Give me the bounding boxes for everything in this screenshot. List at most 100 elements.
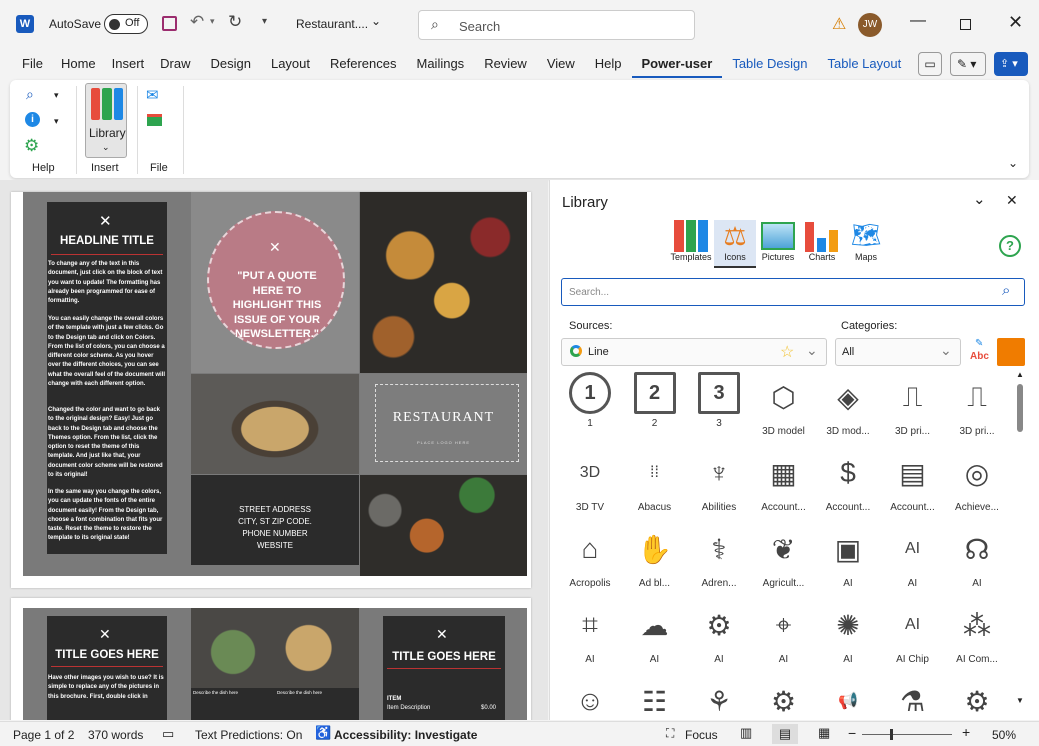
library-button[interactable]: Library ⌄ — [85, 83, 127, 158]
headline-title[interactable]: HEADLINE TITLE — [47, 235, 167, 247]
proofing-icon[interactable]: ▭ — [162, 726, 174, 742]
folder-icon[interactable] — [147, 114, 162, 126]
menu-references[interactable]: References — [320, 50, 406, 78]
library-icon-item[interactable]: 33 — [688, 370, 750, 442]
menu-power-user[interactable]: Power-user — [631, 50, 723, 78]
library-icon-item[interactable]: ⚙ — [946, 674, 1008, 720]
quote-text[interactable]: "PUT A QUOTE HERE TO HIGHLIGHT THIS ISSU… — [223, 269, 331, 342]
address-line-1[interactable]: STREET ADDRESS — [191, 505, 359, 514]
search-tool-icon[interactable]: ⌕ — [26, 86, 34, 103]
scroll-up-icon[interactable]: ▲ — [1016, 370, 1024, 379]
tab-icons[interactable]: ⚖ Icons — [714, 220, 756, 268]
menu-review[interactable]: Review — [474, 50, 537, 78]
warning-icon[interactable]: ⚠ — [832, 14, 846, 34]
close-icon[interactable]: ✕ — [1008, 12, 1023, 33]
library-icon-item[interactable]: ▤ Account... — [882, 446, 944, 518]
library-icon-item[interactable]: ☁ AI — [624, 598, 686, 670]
page2-title-left[interactable]: TITLE GOES HERE — [47, 649, 167, 661]
library-icon-item[interactable]: ☺ — [559, 674, 621, 720]
info-dropdown-icon[interactable]: ▾ — [54, 116, 59, 127]
menu-draw[interactable]: Draw — [150, 50, 200, 78]
scroll-down-icon[interactable]: ▼ — [1016, 696, 1024, 705]
text-color-button[interactable]: ✎ Abc — [969, 338, 993, 366]
web-layout-icon[interactable]: ▦ — [818, 725, 830, 741]
library-icon-item[interactable]: ⎍ 3D pri... — [946, 370, 1008, 442]
tab-templates[interactable]: Templates — [668, 220, 714, 268]
zoom-slider-thumb[interactable] — [890, 729, 893, 740]
page2-title-right[interactable]: TITLE GOES HERE — [383, 651, 505, 663]
menu-help[interactable]: Help — [585, 50, 632, 78]
zoom-slider[interactable] — [862, 729, 952, 740]
menu-design[interactable]: Design — [201, 50, 261, 78]
redo-icon[interactable]: ↻ — [228, 12, 242, 32]
library-icon-item[interactable]: ⚘ — [688, 674, 750, 720]
share-button[interactable]: ⇪ ▾ — [994, 52, 1028, 76]
zoom-in-icon[interactable]: + — [962, 724, 970, 740]
menu-insert[interactable]: Insert — [106, 50, 151, 78]
tab-maps[interactable]: 🗺 Maps — [844, 220, 888, 268]
zoom-out-icon[interactable]: − — [848, 725, 856, 741]
tab-charts[interactable]: Charts — [800, 220, 844, 268]
scrollbar[interactable]: ▲ ▼ — [1015, 370, 1025, 710]
menu-item-desc[interactable]: Item Description — [387, 705, 430, 711]
collapse-ribbon-icon[interactable]: ⌄ — [1008, 156, 1018, 170]
dish-caption-2[interactable]: Describe the dish here — [277, 690, 322, 695]
address-line-2[interactable]: CITY, ST ZIP CODE. — [191, 517, 359, 526]
maximize-icon[interactable] — [960, 19, 971, 30]
info-icon[interactable]: i — [25, 112, 40, 127]
library-icon-item[interactable]: ⬡ 3D model — [753, 370, 815, 442]
sources-dropdown[interactable]: Line ☆ ⌄ — [561, 338, 827, 366]
customize-qat-icon[interactable]: ▾ — [262, 16, 267, 27]
search-tool-dropdown-icon[interactable]: ▾ — [54, 90, 59, 101]
library-icon-item[interactable]: ◎ Achieve... — [946, 446, 1008, 518]
accessibility-status[interactable]: Accessibility: Investigate — [334, 728, 477, 742]
pane-close-icon[interactable]: ✕ — [1006, 192, 1018, 209]
library-icon-item[interactable]: ☷ — [624, 674, 686, 720]
library-icon-item[interactable]: ▣ AI — [817, 522, 879, 594]
library-icon-item[interactable]: ⌖ AI — [753, 598, 815, 670]
help-icon[interactable]: ? — [999, 235, 1021, 257]
undo-dropdown-icon[interactable]: ▾ — [210, 16, 215, 27]
favorite-star-icon[interactable]: ☆ — [780, 342, 794, 362]
address-line-3[interactable]: PHONE NUMBER — [191, 529, 359, 538]
menu-file[interactable]: File — [14, 50, 51, 78]
pane-options-icon[interactable]: ⌄ — [973, 190, 986, 208]
comments-button[interactable]: ▭ — [918, 52, 942, 76]
text-predictions[interactable]: Text Predictions: On — [195, 728, 302, 742]
email-icon[interactable]: ✉ — [146, 86, 159, 104]
focus-icon[interactable]: ⛶ — [666, 726, 674, 741]
menu-item-label[interactable]: ITEM — [387, 696, 401, 702]
library-icon-item[interactable]: 11 — [559, 370, 621, 442]
title-dropdown-icon[interactable]: ⌄ — [371, 14, 381, 28]
library-icon-item[interactable]: ⚙ AI — [688, 598, 750, 670]
editing-button[interactable]: ✎ ▾ — [950, 52, 986, 76]
avatar[interactable]: JW — [858, 13, 882, 37]
library-icon-item[interactable]: 📢 — [817, 674, 879, 720]
library-icon-item[interactable]: ❦ Agricult... — [753, 522, 815, 594]
address-line-4[interactable]: WEBSITE — [191, 541, 359, 550]
logo-placeholder[interactable]: PLACE LOGO HERE — [360, 440, 527, 445]
library-icon-item[interactable]: ◈ 3D mod... — [817, 370, 879, 442]
library-icon-item[interactable]: ▦ Account... — [753, 446, 815, 518]
library-icon-item[interactable]: AI AI Chip — [882, 598, 944, 670]
menu-layout[interactable]: Layout — [261, 50, 320, 78]
library-icon-item[interactable]: 22 — [624, 370, 686, 442]
word-count[interactable]: 370 words — [88, 728, 143, 742]
library-icon-item[interactable]: ⌂ Acropolis — [559, 522, 621, 594]
body-paragraph-3[interactable]: Changed the color and want to go back to… — [48, 406, 166, 480]
restaurant-name[interactable]: RESTAURANT — [360, 410, 527, 426]
page2-body[interactable]: Have other images you wish to use? It is… — [48, 674, 166, 702]
search-box[interactable]: ⌕ Search — [418, 10, 695, 40]
undo-icon[interactable]: ↶ — [190, 12, 204, 32]
library-icon-item[interactable]: ✺ AI — [817, 598, 879, 670]
save-icon[interactable] — [162, 16, 177, 31]
categories-dropdown[interactable]: All ⌄ — [835, 338, 961, 366]
library-search-box[interactable]: Search... ⌕ — [561, 278, 1025, 306]
menu-home[interactable]: Home — [51, 50, 106, 78]
menu-table-design[interactable]: Table Design — [722, 50, 817, 78]
library-search-icon[interactable]: ⌕ — [1002, 282, 1010, 299]
library-icon-item[interactable]: ⁞⁞ Abacus — [624, 446, 686, 518]
read-mode-icon[interactable]: ▥ — [740, 725, 752, 741]
color-swatch-button[interactable] — [997, 338, 1025, 366]
body-paragraph-4[interactable]: In the same way you change the colors, y… — [48, 488, 166, 544]
